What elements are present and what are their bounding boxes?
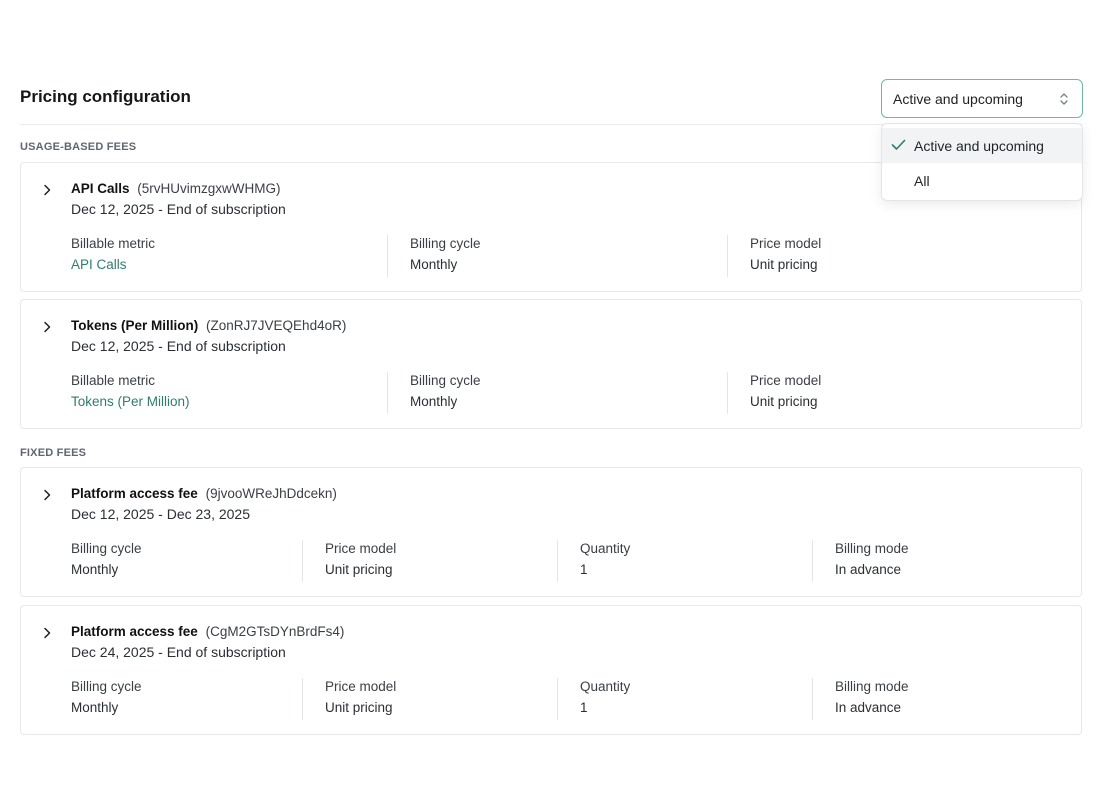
quantity-field: Quantity 1	[580, 679, 630, 719]
column-divider	[557, 540, 558, 582]
fee-code: (CgM2GTsDYnBrdFs4)	[205, 624, 345, 639]
field-label: Billable metric	[71, 373, 156, 388]
fee-code: (5rvHUvimzgxwWHMG)	[137, 181, 281, 196]
chevron-right-icon[interactable]	[42, 627, 52, 639]
field-label: Quantity	[580, 679, 631, 694]
fee-dates: Dec 12, 2025 - End of subscription	[71, 338, 286, 354]
column-divider	[302, 678, 303, 720]
fee-name: API Calls	[71, 181, 130, 196]
price-model-field: Price model Unit pricing	[325, 679, 396, 719]
price-model-field: Price model Unit pricing	[750, 236, 821, 276]
chevron-right-icon[interactable]	[42, 321, 52, 333]
field-label: Billing mode	[835, 679, 909, 694]
field-label: Billing cycle	[71, 541, 142, 556]
option-label: All	[914, 172, 930, 189]
page-title: Pricing configuration	[20, 87, 191, 106]
field-value: Monthly	[410, 394, 458, 409]
field-value: Monthly	[71, 700, 119, 715]
status-filter-dropdown: Active and upcoming All	[881, 123, 1083, 201]
billing-mode-field: Billing mode In advance	[835, 541, 909, 581]
fee-dates: Dec 24, 2025 - End of subscription	[71, 644, 286, 660]
fee-name: Platform access fee	[71, 486, 198, 501]
field-label: Price model	[325, 679, 397, 694]
quantity-field: Quantity 1	[580, 541, 630, 581]
billable-metric-link[interactable]: Tokens (Per Million)	[71, 394, 190, 409]
billing-cycle-field: Billing cycle Monthly	[410, 373, 481, 413]
column-divider	[387, 235, 388, 277]
billing-cycle-field: Billing cycle Monthly	[71, 541, 142, 581]
field-label: Billable metric	[71, 236, 156, 251]
billable-metric-link[interactable]: API Calls	[71, 257, 155, 272]
column-divider	[302, 540, 303, 582]
fee-code: (ZonRJ7JVEQEhd4oR)	[206, 318, 347, 333]
fee-name: Platform access fee	[71, 624, 198, 639]
section-label-usage-based-fees: USAGE-BASED FEES	[20, 141, 137, 153]
fee-title: Platform access fee (9jvooWReJhDdcekn)	[71, 486, 337, 501]
field-value: Unit pricing	[325, 562, 393, 577]
fee-title: Platform access fee (CgM2GTsDYnBrdFs4)	[71, 624, 344, 639]
option-all[interactable]: All	[882, 163, 1082, 198]
field-label: Billing mode	[835, 541, 909, 556]
price-model-field: Price model Unit pricing	[750, 373, 821, 413]
field-value: Unit pricing	[750, 394, 818, 409]
field-value: Monthly	[410, 257, 458, 272]
field-value: In advance	[835, 700, 902, 715]
field-label: Billing cycle	[410, 236, 481, 251]
fee-title: Tokens (Per Million) (ZonRJ7JVEQEhd4oR)	[71, 318, 346, 333]
field-label: Billing cycle	[71, 679, 142, 694]
usage-fee-card: Tokens (Per Million) (ZonRJ7JVEQEhd4oR) …	[20, 299, 1082, 429]
column-divider	[387, 372, 388, 414]
billing-mode-field: Billing mode In advance	[835, 679, 909, 719]
field-value: In advance	[835, 562, 902, 577]
check-icon	[891, 139, 906, 150]
fee-code: (9jvooWReJhDdcekn)	[205, 486, 337, 501]
chevron-right-icon[interactable]	[42, 489, 52, 501]
field-value: 1	[580, 700, 588, 715]
field-label: Price model	[750, 236, 822, 251]
column-divider	[812, 678, 813, 720]
chevron-up-down-icon	[1060, 93, 1068, 105]
fee-name: Tokens (Per Million)	[71, 318, 199, 333]
status-filter-select[interactable]: Active and upcoming	[881, 79, 1083, 118]
column-divider	[812, 540, 813, 582]
column-divider	[557, 678, 558, 720]
column-divider	[727, 372, 728, 414]
field-value: Unit pricing	[325, 700, 393, 715]
column-divider	[727, 235, 728, 277]
price-model-field: Price model Unit pricing	[325, 541, 396, 581]
fee-title: API Calls (5rvHUvimzgxwWHMG)	[71, 181, 281, 196]
field-value: Unit pricing	[750, 257, 818, 272]
billing-cycle-field: Billing cycle Monthly	[410, 236, 481, 276]
status-filter-value: Active and upcoming	[893, 90, 1023, 107]
option-label: Active and upcoming	[914, 137, 1044, 154]
fee-dates: Dec 12, 2025 - Dec 23, 2025	[71, 506, 251, 522]
billable-metric-field: Billable metric Tokens (Per Million)	[71, 373, 190, 413]
section-label-fixed-fees: FIXED FEES	[20, 447, 87, 459]
field-label: Price model	[325, 541, 397, 556]
field-label: Price model	[750, 373, 822, 388]
field-label: Quantity	[580, 541, 631, 556]
field-value: 1	[580, 562, 588, 577]
fixed-fee-card: Platform access fee (CgM2GTsDYnBrdFs4) D…	[20, 605, 1082, 735]
fixed-fee-card: Platform access fee (9jvooWReJhDdcekn) D…	[20, 467, 1082, 597]
fee-dates: Dec 12, 2025 - End of subscription	[71, 201, 286, 217]
billable-metric-field: Billable metric API Calls	[71, 236, 155, 276]
chevron-right-icon[interactable]	[42, 184, 52, 196]
field-value: Monthly	[71, 562, 119, 577]
billing-cycle-field: Billing cycle Monthly	[71, 679, 142, 719]
field-label: Billing cycle	[410, 373, 481, 388]
option-active-and-upcoming[interactable]: Active and upcoming	[882, 128, 1082, 163]
